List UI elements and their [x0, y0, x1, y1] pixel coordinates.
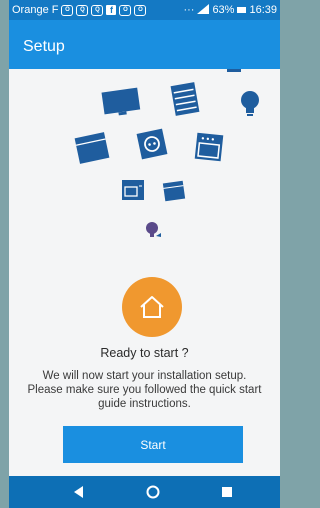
signal-icon — [197, 3, 210, 17]
home-icon-circle — [122, 277, 182, 337]
page-title: Setup — [23, 38, 65, 55]
notification-icon: O — [119, 4, 132, 16]
light-bulb-icon — [241, 91, 259, 116]
microwave-icon — [122, 180, 144, 200]
home-icon — [140, 296, 164, 318]
home-nav-icon — [146, 485, 160, 499]
oven-icon — [194, 132, 224, 162]
back-icon — [74, 486, 83, 498]
notification-icon: O — [134, 4, 147, 16]
description-line: We will now start your installation setu… — [42, 370, 247, 382]
devices-illustration — [9, 69, 280, 259]
description-line: Please make sure you followed the quick … — [27, 384, 262, 396]
clock: 16:39 — [249, 4, 277, 16]
start-button[interactable]: Start — [63, 426, 243, 463]
status-bar: Orange F O Q Q f O O ··· 63% 16:39 — [9, 0, 280, 20]
overflow-icon: ··· — [183, 4, 195, 16]
ready-title: Ready to start ? — [100, 346, 189, 360]
partial-device-icon — [227, 69, 241, 72]
notification-icon: Q — [91, 4, 104, 16]
drawer-icon — [74, 132, 110, 164]
battery-percent: 63% — [212, 4, 235, 16]
tv-icon — [101, 87, 141, 116]
recents-button[interactable] — [209, 476, 245, 508]
ready-description: We will now start your installation setu… — [17, 369, 272, 411]
description-line: guide instructions. — [98, 398, 191, 410]
back-button[interactable] — [61, 476, 97, 508]
facebook-icon: f — [106, 5, 117, 15]
notification-icon: O — [61, 4, 74, 16]
small-box-icon — [162, 180, 186, 202]
home-nav-button[interactable] — [135, 476, 171, 508]
app-bar: Setup — [9, 20, 280, 69]
plug-icon — [146, 222, 161, 237]
battery-icon — [237, 7, 247, 13]
recents-icon — [222, 487, 232, 497]
navigation-bar — [9, 476, 280, 508]
radiator-icon — [170, 82, 200, 116]
socket-icon — [136, 128, 168, 160]
carrier-label: Orange F — [12, 4, 59, 16]
phone-screen: Orange F O Q Q f O O ··· 63% 16:39 Setup — [9, 0, 280, 508]
notification-icon: Q — [76, 4, 89, 16]
